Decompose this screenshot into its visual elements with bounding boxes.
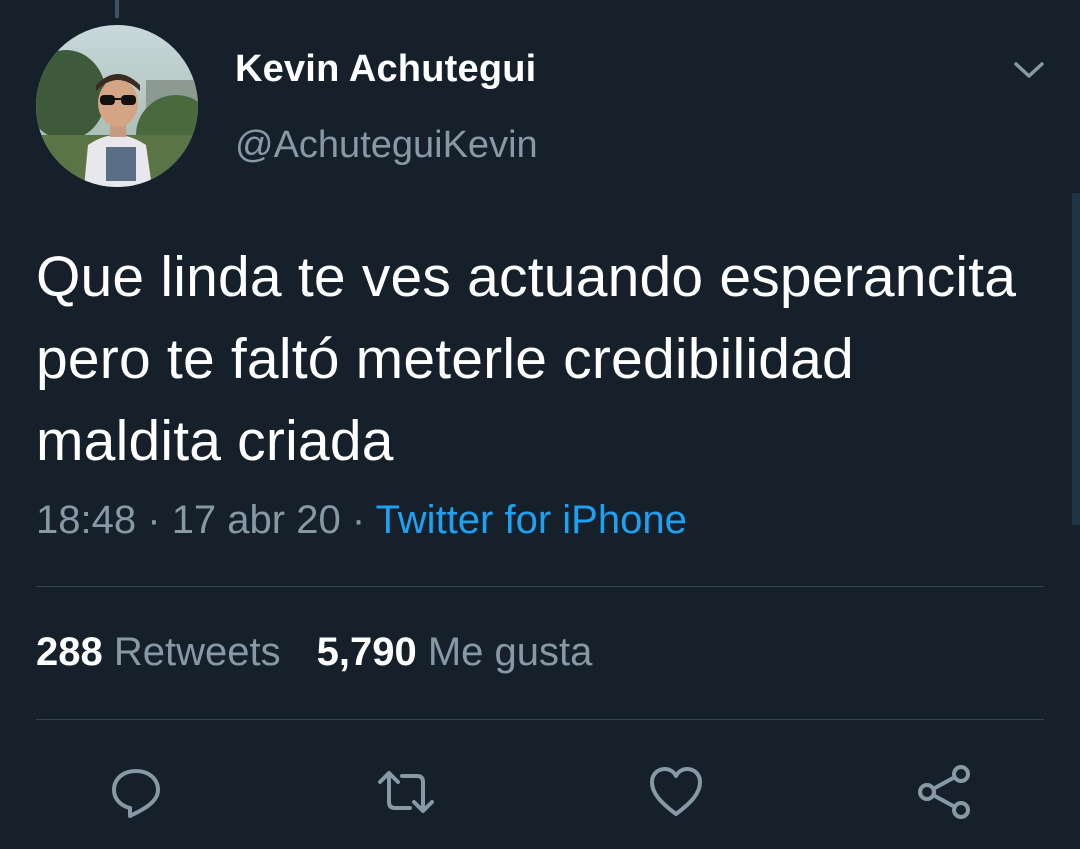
- avatar[interactable]: [36, 25, 198, 187]
- reply-button[interactable]: [106, 762, 166, 822]
- meta-separator: ·: [351, 498, 366, 542]
- tweet-metadata: 18:48 · 17 abr 20 · Twitter for iPhone: [36, 498, 687, 543]
- tweet-stats: 288 Retweets 5,790 Me gusta: [36, 630, 592, 675]
- retweet-icon: [378, 771, 434, 813]
- divider: [36, 719, 1044, 720]
- likes-count: 5,790: [316, 630, 417, 674]
- tweet-date: 17 abr 20: [171, 498, 341, 542]
- author-handle[interactable]: @AchuteguiKevin: [235, 124, 538, 167]
- likes-label: Me gusta: [427, 630, 593, 674]
- thread-connector-line: [115, 0, 119, 18]
- heart-icon: [650, 767, 702, 816]
- chevron-down-icon: [1014, 62, 1044, 78]
- tweet-detail: Kevin Achutegui @AchuteguiKevin Que lind…: [0, 0, 1080, 849]
- tweet-text: Que linda te ves actuando esperancita pe…: [36, 245, 1017, 473]
- tweet-time: 18:48: [36, 498, 137, 542]
- divider: [36, 586, 1044, 587]
- author-display-name[interactable]: Kevin Achutegui: [235, 48, 536, 91]
- retweets-stat[interactable]: 288 Retweets: [36, 630, 281, 674]
- reply-icon: [112, 769, 160, 818]
- more-options-button[interactable]: [1008, 52, 1050, 88]
- meta-separator: ·: [147, 498, 161, 542]
- likes-stat[interactable]: 5,790 Me gusta: [317, 630, 593, 674]
- share-icon: [918, 765, 970, 819]
- retweets-label: Retweets: [113, 630, 281, 674]
- like-button[interactable]: [646, 762, 706, 822]
- tweet-source-link[interactable]: Twitter for iPhone: [376, 498, 687, 542]
- avatar-photo: [36, 25, 198, 187]
- retweets-count: 288: [36, 630, 103, 674]
- scrollbar-thumb[interactable]: [1072, 193, 1080, 525]
- share-button[interactable]: [914, 762, 974, 822]
- retweet-button[interactable]: [376, 762, 436, 822]
